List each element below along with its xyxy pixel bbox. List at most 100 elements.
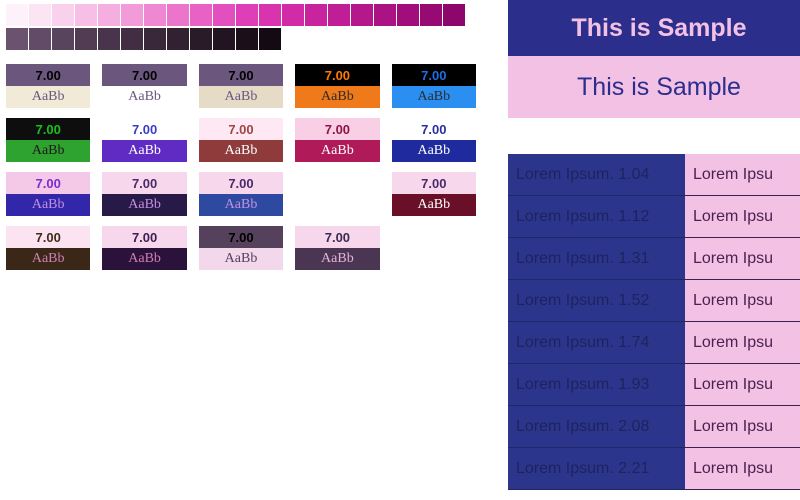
ramp-swatch[interactable] (190, 4, 212, 26)
contrast-ratio-label: 7.00 (6, 64, 90, 86)
ramp-swatch[interactable] (236, 4, 258, 26)
ramp-swatch[interactable] (236, 28, 258, 50)
ramp-swatch[interactable] (98, 28, 120, 50)
contrast-ratio-label: 7.00 (102, 226, 186, 248)
ramp-swatch[interactable] (75, 4, 97, 26)
contrast-swatch[interactable]: 7.00AaBb (6, 118, 90, 162)
ramp-swatch[interactable] (75, 28, 97, 50)
ramp-swatch[interactable] (29, 4, 51, 26)
ramp-swatch[interactable] (213, 4, 235, 26)
contrast-swatch[interactable]: 7.00AaBb (199, 64, 283, 108)
contrast-swatch[interactable]: 7.00AaBb (392, 64, 476, 108)
ramp-swatch[interactable] (144, 28, 166, 50)
ramp-swatch[interactable] (167, 4, 189, 26)
contrast-swatch[interactable]: 7.00AaBb (295, 118, 379, 162)
contrast-ratio-label: 7.00 (199, 172, 283, 194)
sample-text: AaBb (392, 194, 476, 216)
ramp-swatch[interactable] (397, 4, 419, 26)
contrast-swatch[interactable]: 7.00AaBb (199, 172, 283, 216)
table-cell: Lorem Ipsu (685, 154, 800, 196)
contrast-swatch[interactable]: 7.00AaBb (295, 64, 379, 108)
sample-text: AaBb (199, 194, 283, 216)
contrast-swatch[interactable]: 7.00AaBb (102, 172, 186, 216)
ramp-swatch[interactable] (52, 28, 74, 50)
contrast-swatch[interactable]: 7.00AaBb (392, 118, 476, 162)
ramp-swatch[interactable] (190, 28, 212, 50)
contrast-ratio-label: 7.00 (295, 118, 379, 140)
ramp-swatch[interactable] (351, 4, 373, 26)
table-cell: Lorem Ipsum. 1.52 (508, 280, 685, 322)
right-pane: This is Sample This is Sample Lorem Ipsu… (508, 0, 800, 500)
table-cell: Lorem Ipsu (685, 406, 800, 448)
contrast-swatch[interactable]: 7.00AaBb (102, 118, 186, 162)
table-cell: Lorem Ipsum. 2.08 (508, 406, 685, 448)
contrast-ratio-label: 7.00 (392, 64, 476, 86)
contrast-swatch[interactable]: 7.00AaBb (102, 64, 186, 108)
table-cell: Lorem Ipsu (685, 364, 800, 406)
contrast-ratio-label: 7.00 (199, 226, 283, 248)
contrast-swatch[interactable]: 7.00AaBb (392, 172, 476, 216)
sample-text: AaBb (102, 248, 186, 270)
table-cell: Lorem Ipsu (685, 448, 800, 490)
table-cell: Lorem Ipsum. 1.12 (508, 196, 685, 238)
contrast-ratio-label: 7.00 (295, 226, 379, 248)
table-cell: Lorem Ipsu (685, 196, 800, 238)
ramp-swatch[interactable] (374, 4, 396, 26)
contrast-swatch[interactable]: 7.00AaBb (6, 64, 90, 108)
ramp-swatch[interactable] (52, 4, 74, 26)
ramp-swatch[interactable] (305, 4, 327, 26)
sample-header-primary: This is Sample (508, 0, 800, 56)
ramp-swatch[interactable] (443, 4, 465, 26)
contrast-swatch[interactable]: 7.00AaBb (6, 226, 90, 270)
ramp-swatch[interactable] (121, 28, 143, 50)
contrast-swatch[interactable]: 7.00AaBb (6, 172, 90, 216)
table-cell: Lorem Ipsum. 2.21 (508, 448, 685, 490)
sample-text: AaBb (199, 140, 283, 162)
ramp-swatch[interactable] (328, 4, 350, 26)
contrast-ratio-label: 7.00 (392, 118, 476, 140)
ramp-swatch[interactable] (121, 4, 143, 26)
ramp-swatch[interactable] (282, 4, 304, 26)
sample-text: AaBb (199, 248, 283, 270)
sample-text: AaBb (295, 140, 379, 162)
table-column-1: Lorem Ipsum. 1.04Lorem Ipsum. 1.12Lorem … (508, 154, 685, 490)
ramp-swatch[interactable] (144, 4, 166, 26)
ramp-swatch[interactable] (6, 28, 28, 50)
contrast-ratio-label: 7.00 (295, 64, 379, 86)
table-cell: Lorem Ipsu (685, 322, 800, 364)
sample-text: AaBb (392, 140, 476, 162)
sample-text: AaBb (6, 194, 90, 216)
contrast-swatch[interactable]: 7.00AaBb (102, 226, 186, 270)
ramp-swatch[interactable] (6, 4, 28, 26)
contrast-swatch[interactable]: 7.00AaBb (199, 118, 283, 162)
ramp-swatch[interactable] (167, 28, 189, 50)
contrast-ratio-label: 7.00 (102, 118, 186, 140)
sample-text: AaBb (102, 194, 186, 216)
sample-text: AaBb (6, 248, 90, 270)
contrast-ratio-label: 7.00 (199, 64, 283, 86)
ramp-swatch[interactable] (259, 4, 281, 26)
ramp-swatch[interactable] (259, 28, 281, 50)
ramp-swatch[interactable] (213, 28, 235, 50)
contrast-ratio-label: 7.00 (199, 118, 283, 140)
table-cell: Lorem Ipsu (685, 238, 800, 280)
table-column-2: Lorem IpsuLorem IpsuLorem IpsuLorem Ipsu… (685, 154, 800, 490)
contrast-swatch[interactable]: 7.00AaBb (295, 226, 379, 270)
table-cell: Lorem Ipsum. 1.31 (508, 238, 685, 280)
sample-text: AaBb (6, 140, 90, 162)
contrast-swatch-grid: 7.00AaBb7.00AaBb7.00AaBb7.00AaBb7.00AaBb… (6, 64, 476, 270)
table-cell: Lorem Ipsum. 1.93 (508, 364, 685, 406)
ramp-swatch[interactable] (98, 4, 120, 26)
ramp-swatch[interactable] (420, 4, 442, 26)
color-ramp-dark (6, 28, 484, 50)
contrast-swatch[interactable]: 7.00AaBb (199, 226, 283, 270)
contrast-ratio-label: 7.00 (102, 172, 186, 194)
sample-text: AaBb (392, 86, 476, 108)
ramp-swatch[interactable] (29, 28, 51, 50)
sample-text: AaBb (102, 140, 186, 162)
contrast-ratio-label: 7.00 (6, 172, 90, 194)
sample-text: AaBb (102, 86, 186, 108)
table-cell: Lorem Ipsu (685, 280, 800, 322)
left-pane: 7.00AaBb7.00AaBb7.00AaBb7.00AaBb7.00AaBb… (0, 0, 490, 274)
contrast-ratio-label: 7.00 (392, 172, 476, 194)
